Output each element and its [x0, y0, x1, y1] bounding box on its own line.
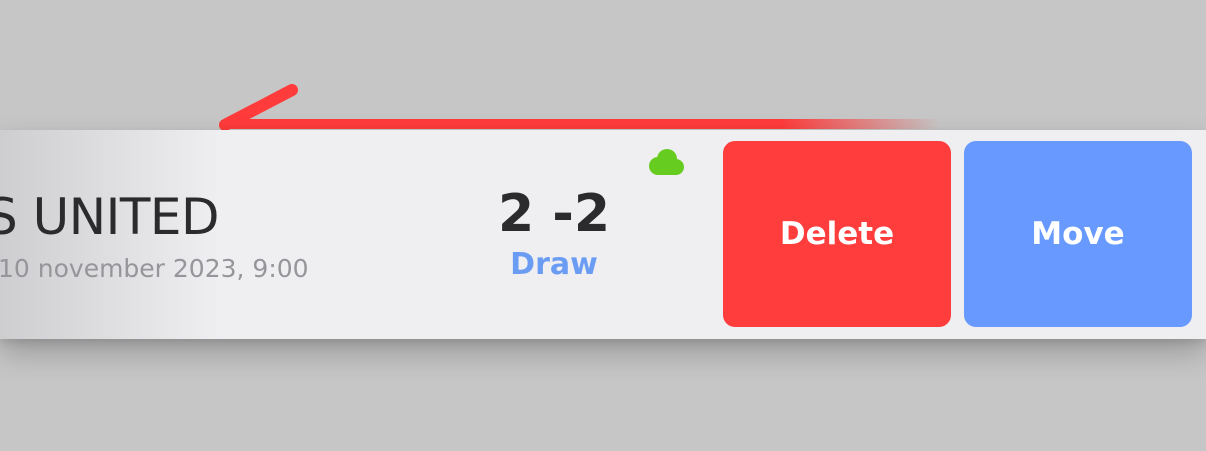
delete-button[interactable]: Delete: [723, 141, 951, 327]
match-score: 2 -2: [497, 184, 611, 244]
match-date: 10 november 2023, 9:00: [0, 254, 309, 283]
cloud-icon: [649, 149, 684, 175]
team-name: S UNITED: [0, 188, 220, 246]
move-button[interactable]: Move: [964, 141, 1192, 327]
match-result: Draw: [510, 247, 598, 282]
